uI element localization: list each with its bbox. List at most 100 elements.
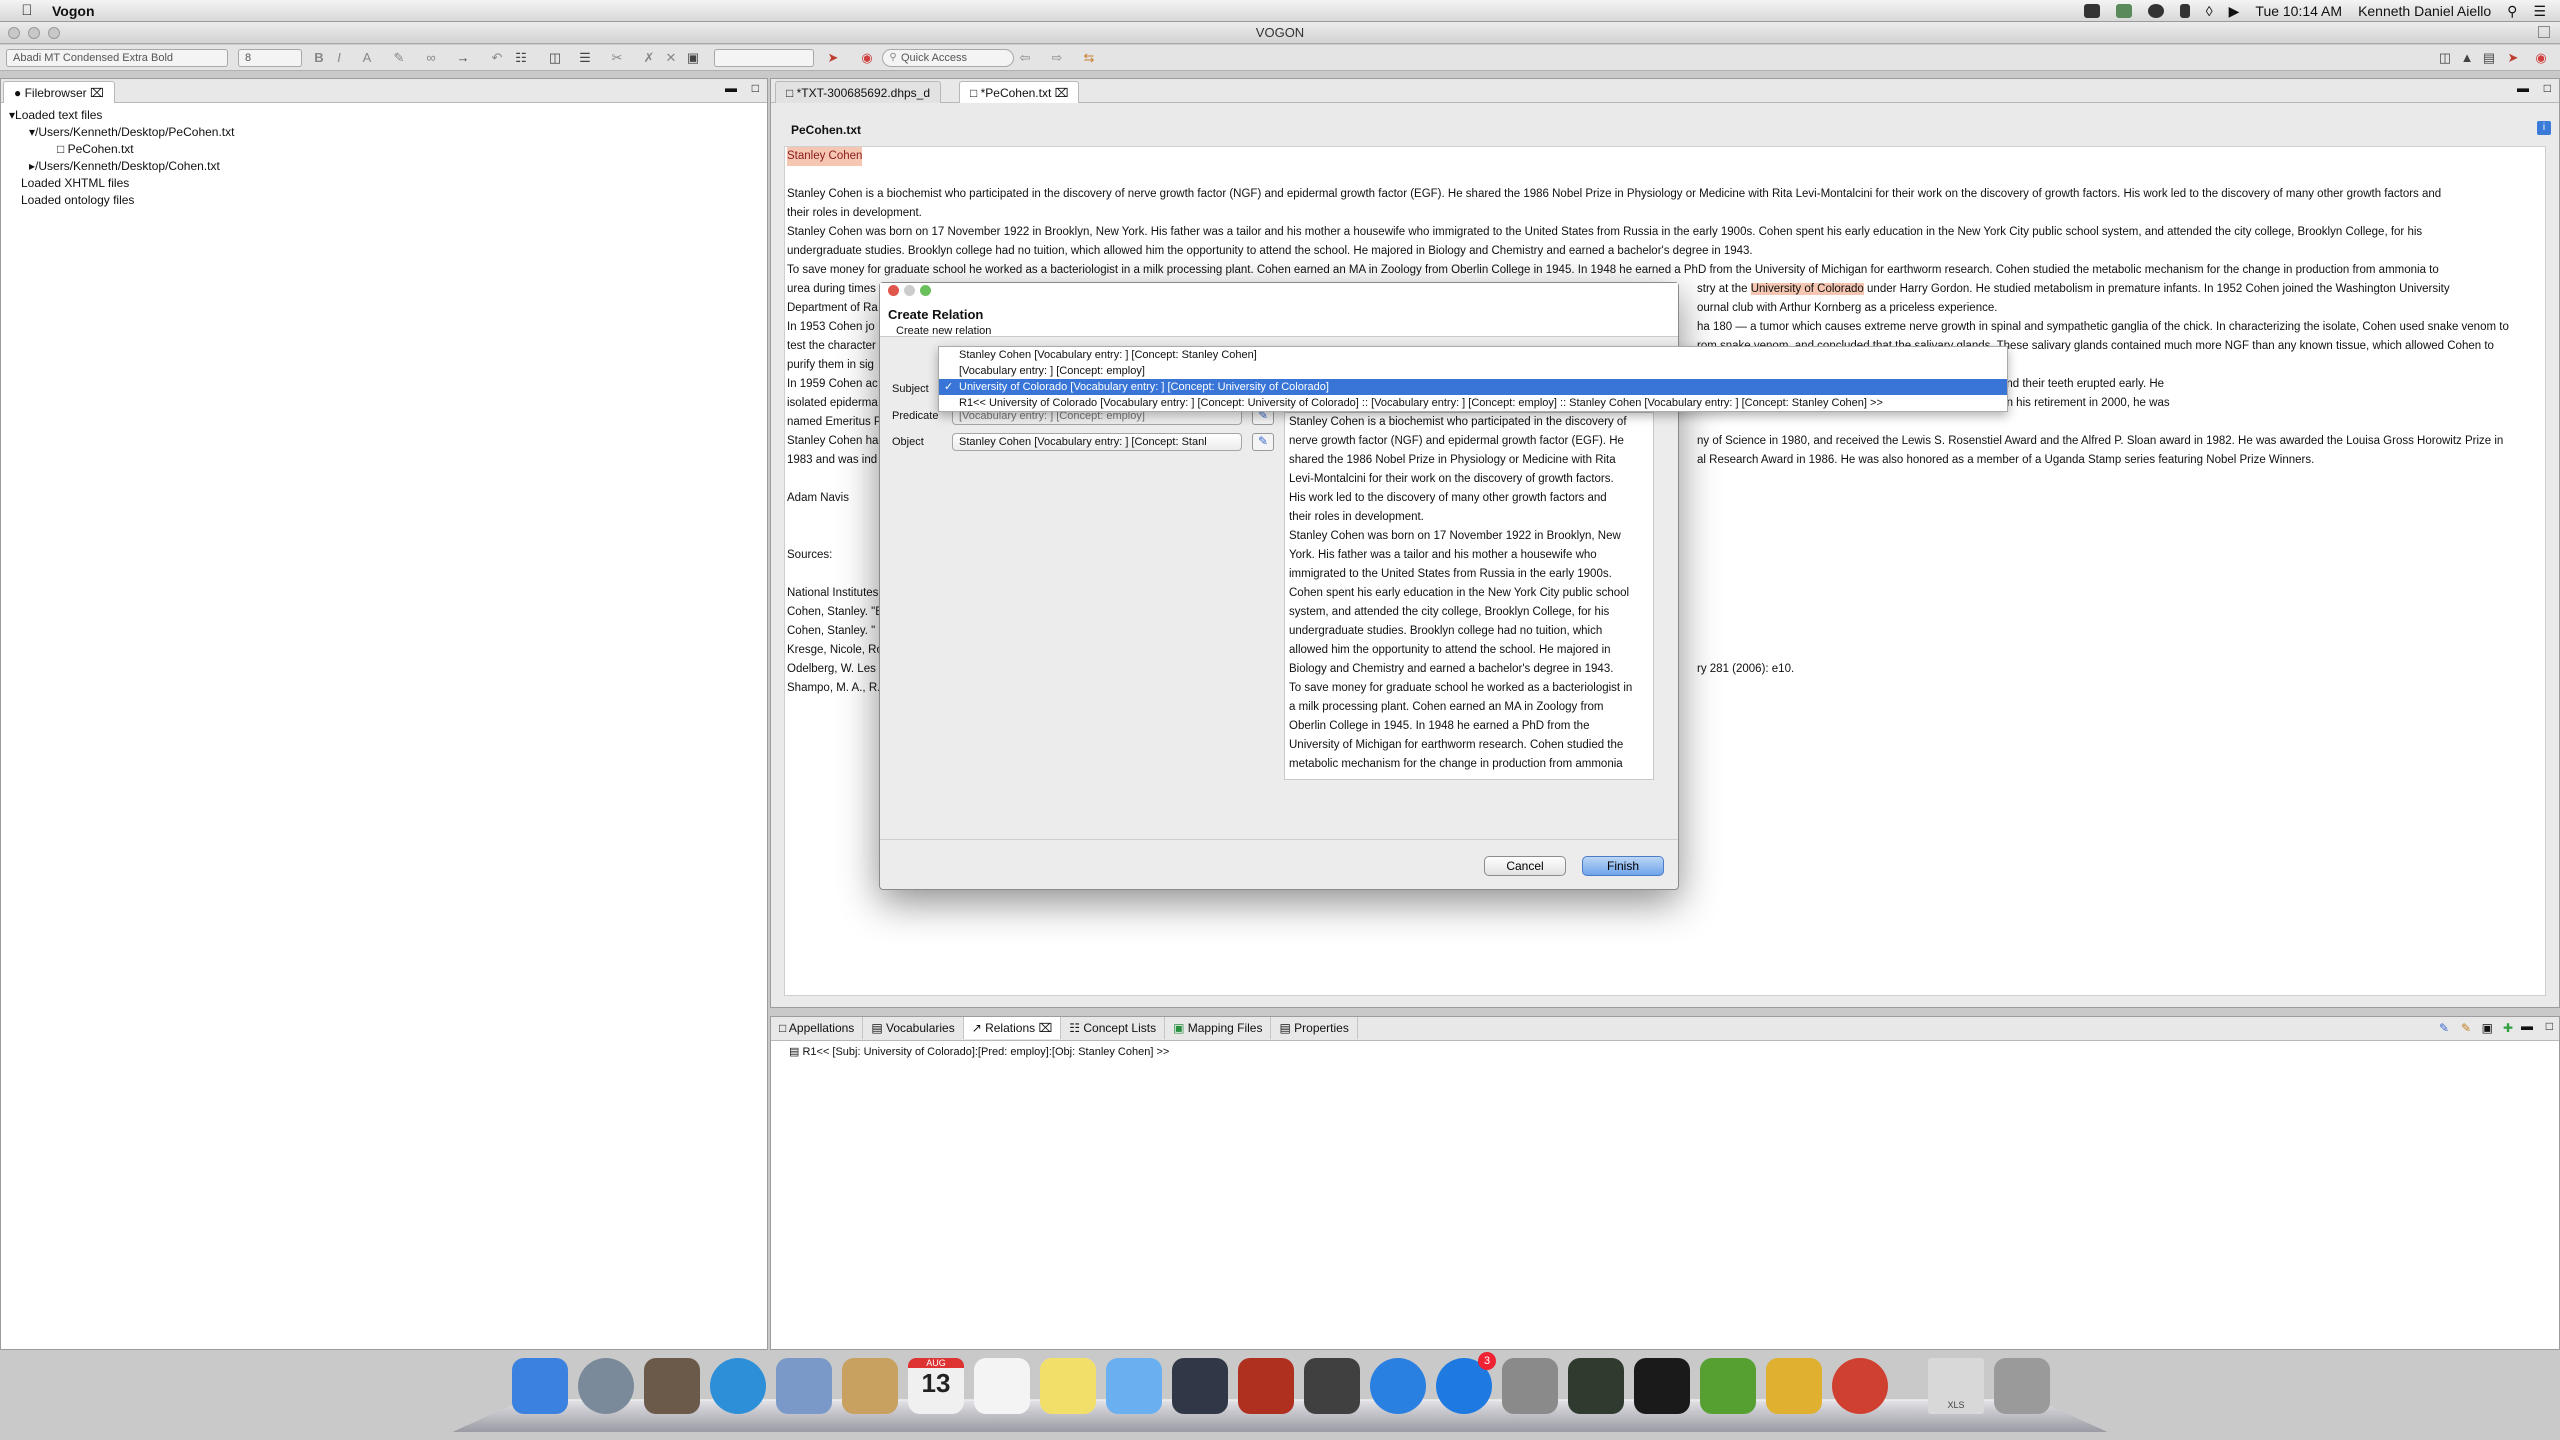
- maximize-editor-icon[interactable]: □: [2544, 81, 2551, 95]
- clock[interactable]: Tue 10:14 AM: [2255, 3, 2342, 19]
- itunes-icon[interactable]: [1370, 1358, 1426, 1414]
- reminders-icon[interactable]: [974, 1358, 1030, 1414]
- mission-control-icon[interactable]: [644, 1358, 700, 1414]
- tab-pecohen[interactable]: □ *PeCohen.txt ⌧: [959, 81, 1080, 103]
- tab-vocabularies[interactable]: ▤ Vocabularies: [863, 1017, 964, 1039]
- forward-icon[interactable]: ⇨: [1050, 51, 1064, 65]
- quick-access-input[interactable]: Quick Access: [882, 49, 1014, 67]
- add-icon[interactable]: ✚: [2503, 1021, 2513, 1035]
- scissors-icon[interactable]: ✗: [642, 51, 656, 65]
- spotlight-icon[interactable]: ⚲: [2507, 3, 2517, 20]
- info-icon[interactable]: i: [2537, 121, 2551, 135]
- italic-icon[interactable]: I: [332, 51, 346, 65]
- highlight-icon[interactable]: ✎: [392, 51, 406, 65]
- bold-icon[interactable]: B: [312, 51, 326, 65]
- minimize-editor-icon[interactable]: ▬: [2517, 81, 2529, 95]
- perspective-5-icon[interactable]: ◉: [2534, 51, 2548, 65]
- link-icon[interactable]: ∞: [424, 51, 438, 65]
- tab-txt-file[interactable]: □ *TXT-300685692.dhps_d: [775, 81, 942, 103]
- sync-icon[interactable]: [2115, 4, 2132, 18]
- tree-item[interactable]: □ PeCohen.txt: [9, 141, 759, 158]
- launchpad-icon[interactable]: [578, 1358, 634, 1414]
- mail-icon[interactable]: [776, 1358, 832, 1414]
- tab-appellations[interactable]: □ Appellations: [771, 1017, 864, 1039]
- apple-icon[interactable]: : [12, 2, 42, 19]
- arrow-icon[interactable]: →: [456, 51, 470, 65]
- note-icon[interactable]: ▣: [2482, 1021, 2493, 1035]
- evernote-icon[interactable]: [1700, 1358, 1756, 1414]
- iphoto-icon[interactable]: [1304, 1358, 1360, 1414]
- minimize-pane-icon[interactable]: ▬: [725, 81, 737, 95]
- font-name-select[interactable]: Abadi MT Condensed Extra Bold: [6, 49, 228, 67]
- notes-icon[interactable]: [1040, 1358, 1096, 1414]
- delete-icon[interactable]: ✕: [664, 51, 678, 65]
- minimize-panel-icon[interactable]: ▬: [2521, 1019, 2533, 1033]
- finish-button[interactable]: Finish: [1582, 856, 1664, 876]
- app-menu[interactable]: Vogon: [52, 3, 95, 19]
- tab-mapping-files[interactable]: ▣ Mapping Files: [1165, 1017, 1272, 1039]
- edit-object-icon[interactable]: ✎: [1252, 433, 1274, 451]
- tree-item[interactable]: Loaded XHTML files: [9, 175, 759, 192]
- cut-icon[interactable]: ✂: [610, 51, 624, 65]
- back-icon[interactable]: ⇦: [1018, 51, 1032, 65]
- layout-icon[interactable]: ◫: [548, 51, 562, 65]
- perspective-3-icon[interactable]: ▤: [2482, 51, 2496, 65]
- edit-relation-icon[interactable]: ✎: [2439, 1021, 2449, 1035]
- tab-filebrowser[interactable]: ● Filebrowser ⌧: [3, 81, 115, 103]
- zoom-window-icon[interactable]: [48, 27, 60, 39]
- dropdown-option-selected[interactable]: ✓ University of Colorado [Vocabulary entr…: [939, 379, 2007, 395]
- font-color-icon[interactable]: A: [360, 51, 374, 65]
- evernote-icon[interactable]: [2083, 4, 2100, 18]
- frame-icon[interactable]: ▣: [686, 51, 700, 65]
- subject-dropdown-list[interactable]: Stanley Cohen [Vocabulary entry: ] [Conc…: [938, 346, 2008, 412]
- photo-booth-icon[interactable]: [1238, 1358, 1294, 1414]
- maximize-pane-icon[interactable]: □: [752, 81, 759, 95]
- notification-center-icon[interactable]: ☰: [2533, 3, 2546, 20]
- perspective-1-icon[interactable]: ◫: [2438, 51, 2452, 65]
- system-preferences-icon[interactable]: [1502, 1358, 1558, 1414]
- maximize-panel-icon[interactable]: □: [2546, 1019, 2553, 1033]
- nav-last-edit-icon[interactable]: ⇆: [1082, 51, 1096, 65]
- user-name[interactable]: Kenneth Daniel Aiello: [2358, 3, 2491, 19]
- ical-bar-icon[interactable]: [1766, 1358, 1822, 1414]
- tree-item[interactable]: ▾/Users/Kenneth/Desktop/PeCohen.txt: [9, 124, 759, 141]
- dropdown-option[interactable]: R1<< University of Colorado [Vocabulary …: [939, 395, 2007, 411]
- messages-icon[interactable]: [1106, 1358, 1162, 1414]
- minimize-dialog-icon[interactable]: [904, 285, 915, 296]
- dropdown-option[interactable]: Stanley Cohen [Vocabulary entry: ] [Conc…: [939, 347, 2007, 363]
- dropdown-option[interactable]: [Vocabulary entry: ] [Concept: employ]: [939, 363, 2007, 379]
- facetime-icon[interactable]: [1172, 1358, 1228, 1414]
- tree-item[interactable]: Loaded ontology files: [9, 192, 759, 209]
- vogon-icon[interactable]: [1568, 1358, 1624, 1414]
- wifi-icon[interactable]: ◊: [2206, 3, 2213, 19]
- tree-icon[interactable]: ☰: [578, 51, 592, 65]
- chrome-icon[interactable]: [1832, 1358, 1888, 1414]
- fullscreen-icon[interactable]: [2538, 26, 2550, 38]
- tree-item[interactable]: ▾Loaded text files: [9, 107, 759, 124]
- tab-relations[interactable]: ↗ Relations ⌧: [963, 1017, 1062, 1039]
- close-window-icon[interactable]: [8, 27, 20, 39]
- undo-icon[interactable]: ↶: [490, 51, 504, 65]
- volume-icon[interactable]: ▶: [2229, 3, 2240, 20]
- highlighted-entity[interactable]: University of Colorado: [1750, 283, 1864, 295]
- tab-concept-lists[interactable]: ☷ Concept Lists: [1061, 1017, 1166, 1039]
- terminal-icon[interactable]: [1634, 1358, 1690, 1414]
- xls-file-icon[interactable]: XLS: [1928, 1358, 1984, 1414]
- minimize-window-icon[interactable]: [28, 27, 40, 39]
- pencil-icon[interactable]: ✎: [2461, 1021, 2471, 1035]
- finder-icon[interactable]: [512, 1358, 568, 1414]
- run-icon[interactable]: ➤: [826, 51, 840, 65]
- stop-icon[interactable]: ◉: [860, 51, 874, 65]
- network-icon[interactable]: ☷: [514, 51, 528, 65]
- tab-properties[interactable]: ▤ Properties: [1271, 1017, 1358, 1039]
- zoom-combo[interactable]: [714, 49, 814, 67]
- font-size-select[interactable]: 8: [238, 49, 302, 67]
- perspective-4-icon[interactable]: ➤: [2506, 51, 2520, 65]
- close-dialog-icon[interactable]: [888, 285, 899, 296]
- app-store-icon[interactable]: 3: [1436, 1352, 1496, 1414]
- trash-icon[interactable]: [1994, 1358, 2050, 1414]
- close-tab-icon[interactable]: ⌧: [90, 86, 104, 100]
- close-tab-icon[interactable]: ⌧: [1035, 1021, 1052, 1035]
- safari-icon[interactable]: [710, 1358, 766, 1414]
- contacts-icon[interactable]: [842, 1358, 898, 1414]
